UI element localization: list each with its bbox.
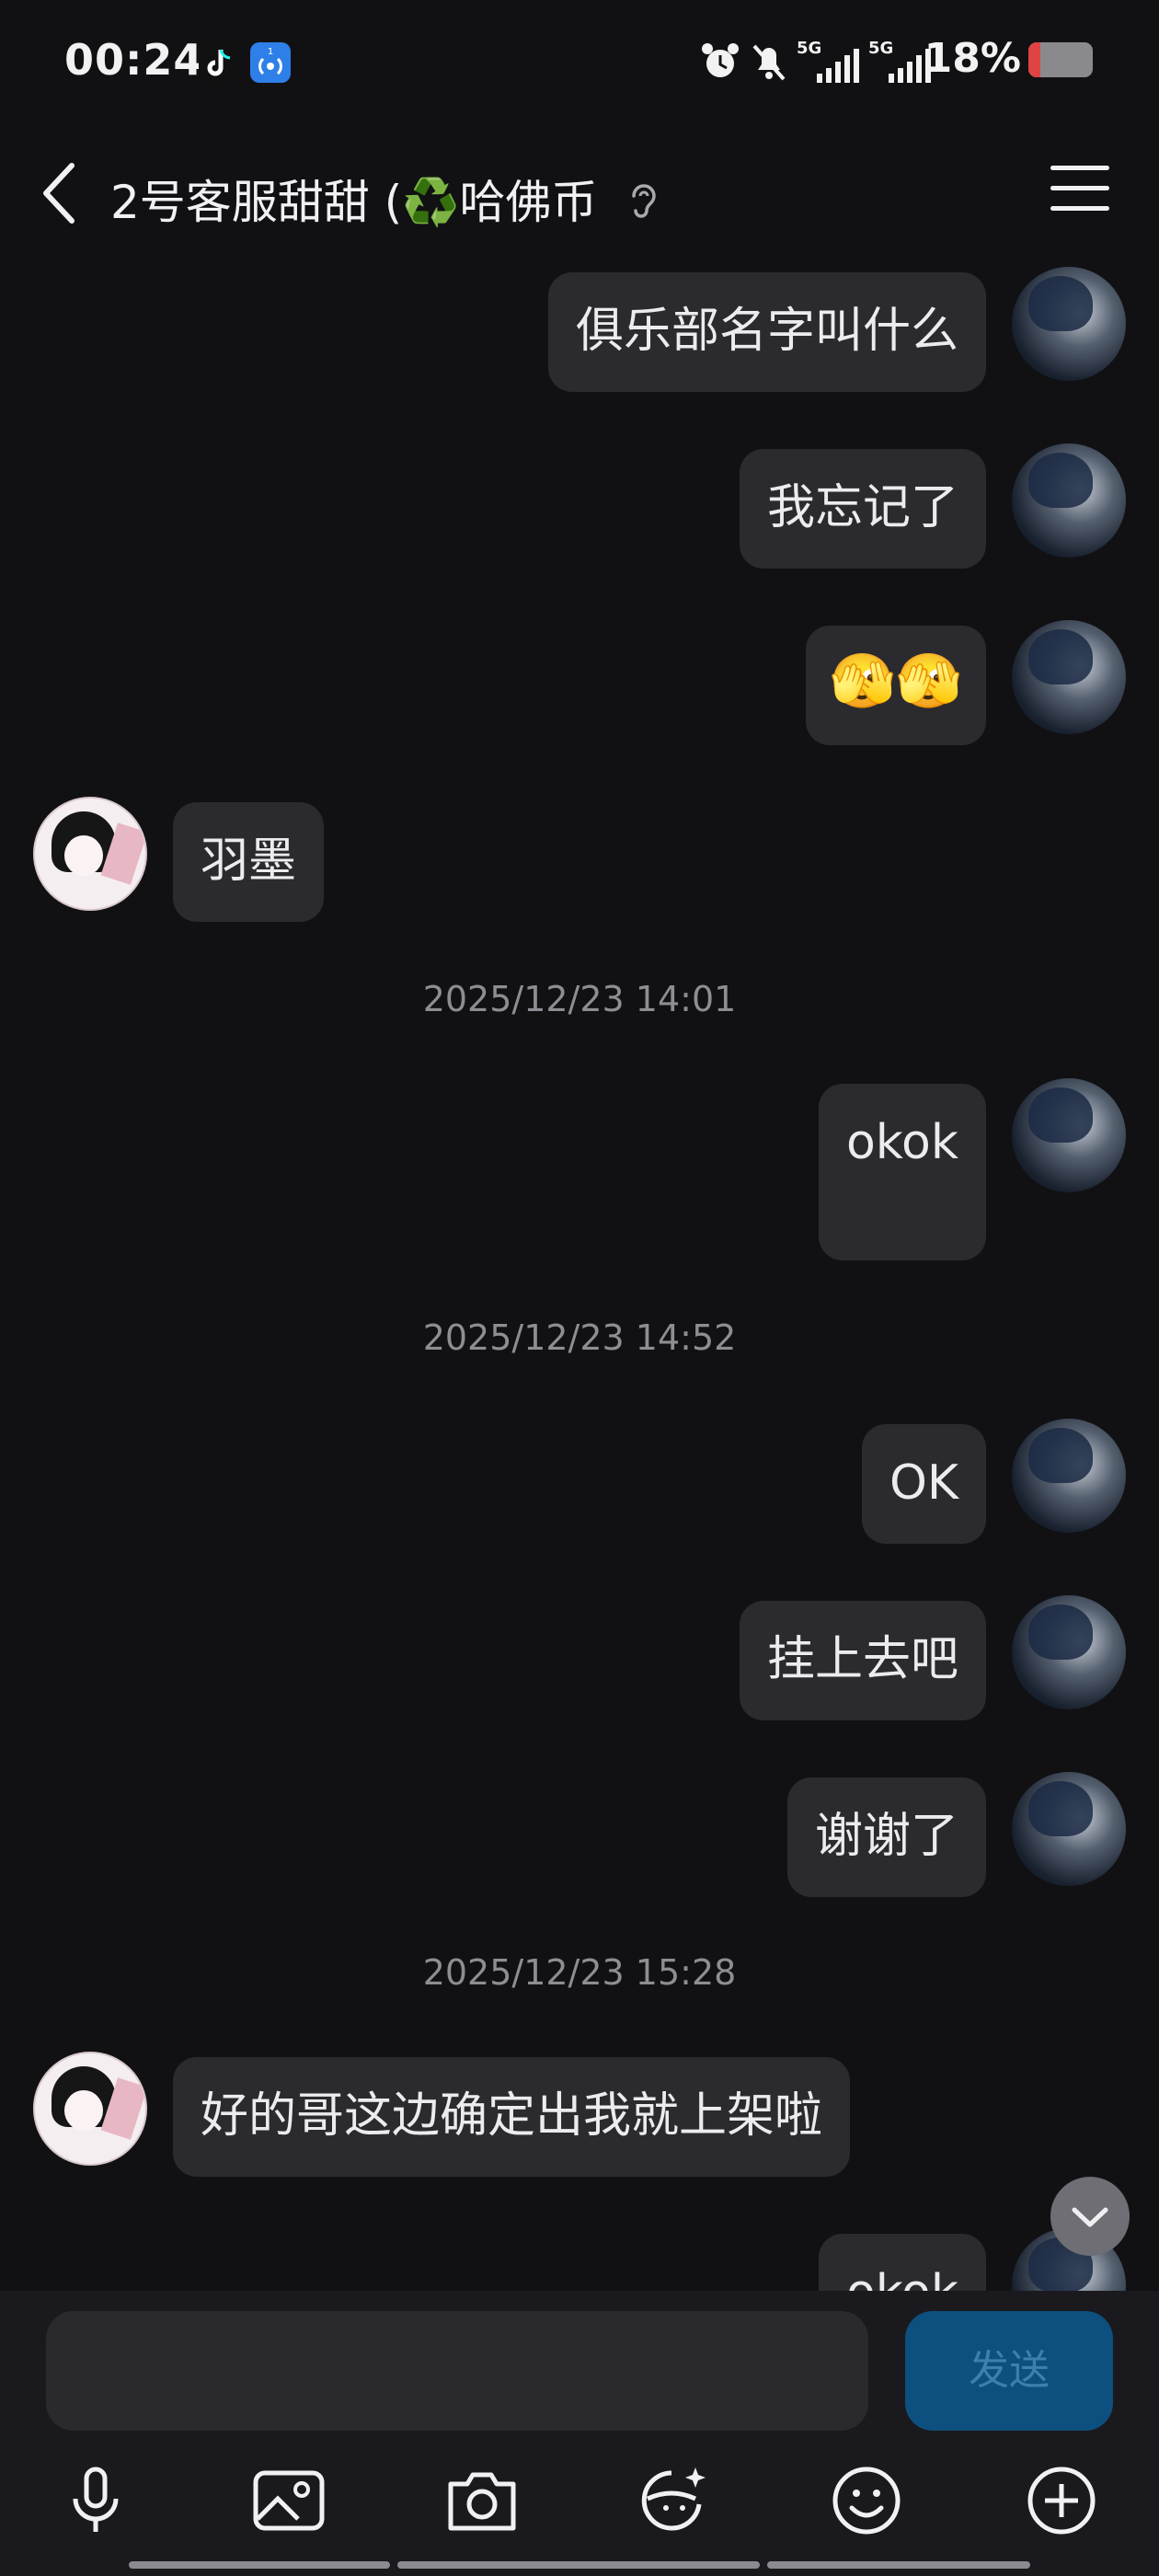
message-bubble[interactable]: 好的哥这边确定出我就上架啦 <box>173 2057 851 2177</box>
camera-icon[interactable] <box>443 2462 521 2539</box>
menu-button[interactable] <box>1050 166 1109 221</box>
emoji-message: 🫣🫣 <box>829 650 962 712</box>
microphone-icon[interactable] <box>57 2462 134 2539</box>
gesture-bar[interactable] <box>767 2561 1030 2569</box>
avatar[interactable] <box>1012 1595 1126 1709</box>
add-icon[interactable] <box>1023 2462 1100 2539</box>
message-timestamp: 2025/12/23 15:28 <box>422 1952 737 1993</box>
scroll-to-bottom-button[interactable] <box>1050 2177 1130 2256</box>
avatar[interactable] <box>1012 1419 1126 1533</box>
avatar[interactable] <box>1012 1772 1126 1886</box>
tiktok-icon <box>199 42 239 83</box>
menu-icon <box>1050 166 1109 211</box>
back-icon <box>43 163 75 224</box>
ear-icon[interactable] <box>626 179 661 233</box>
message-bubble[interactable]: 俱乐部名字叫什么 <box>547 272 986 392</box>
message-bubble[interactable]: 谢谢了 <box>786 1777 986 1897</box>
avatar[interactable] <box>33 2052 147 2166</box>
battery-icon <box>1028 42 1093 77</box>
message-input[interactable] <box>46 2311 868 2431</box>
status-time: 00:24 <box>64 35 204 85</box>
chat-title[interactable]: 2号客服甜甜 (♻️哈佛币 <box>110 166 661 233</box>
message-bubble[interactable]: 🫣🫣 <box>805 626 986 745</box>
avatar[interactable] <box>1012 267 1126 381</box>
message-text: 挂上去吧 <box>766 1632 958 1687</box>
image-icon[interactable] <box>250 2462 327 2539</box>
battery-percent: 18% <box>924 35 1021 82</box>
message-text: 俱乐部名字叫什么 <box>575 304 958 359</box>
mute-icon <box>749 40 789 86</box>
message-text: 谢谢了 <box>814 1809 958 1864</box>
alarm-icon <box>699 40 741 86</box>
message-bubble[interactable]: okok <box>818 1084 986 1260</box>
message-text: OK <box>889 1455 958 1511</box>
message-bubble[interactable]: 挂上去吧 <box>739 1601 986 1720</box>
avatar[interactable] <box>33 797 147 911</box>
message-text: okok <box>845 1115 958 1170</box>
message-bubble[interactable]: OK <box>861 1424 986 1544</box>
message-text: 羽墨 <box>201 834 297 889</box>
hotspot-icon: 1 <box>250 42 291 83</box>
message-text: 我忘记了 <box>766 480 958 535</box>
signal-icon: 5G <box>795 39 859 85</box>
message-text: 好的哥这边确定出我就上架啦 <box>201 2088 823 2144</box>
avatar[interactable] <box>1012 443 1126 558</box>
message-bubble[interactable]: 羽墨 <box>173 802 325 922</box>
gesture-bar[interactable] <box>397 2561 760 2569</box>
emoji-icon[interactable] <box>828 2462 905 2539</box>
gesture-bar[interactable] <box>129 2561 390 2569</box>
sticker-icon[interactable] <box>635 2462 712 2539</box>
signal-icon: 5G <box>866 39 931 85</box>
chat-title-text: 2号客服甜甜 (♻️哈佛币 <box>110 176 598 229</box>
message-bubble[interactable]: 我忘记了 <box>739 449 986 569</box>
chevron-down-icon <box>1072 2207 1108 2227</box>
send-button[interactable]: 发送 <box>905 2311 1113 2431</box>
back-button[interactable] <box>35 156 90 230</box>
avatar[interactable] <box>1012 620 1126 734</box>
avatar[interactable] <box>1012 1078 1126 1192</box>
message-timestamp: 2025/12/23 14:52 <box>422 1317 737 1358</box>
svg-text:1: 1 <box>268 47 273 57</box>
message-timestamp: 2025/12/23 14:01 <box>422 979 737 1019</box>
